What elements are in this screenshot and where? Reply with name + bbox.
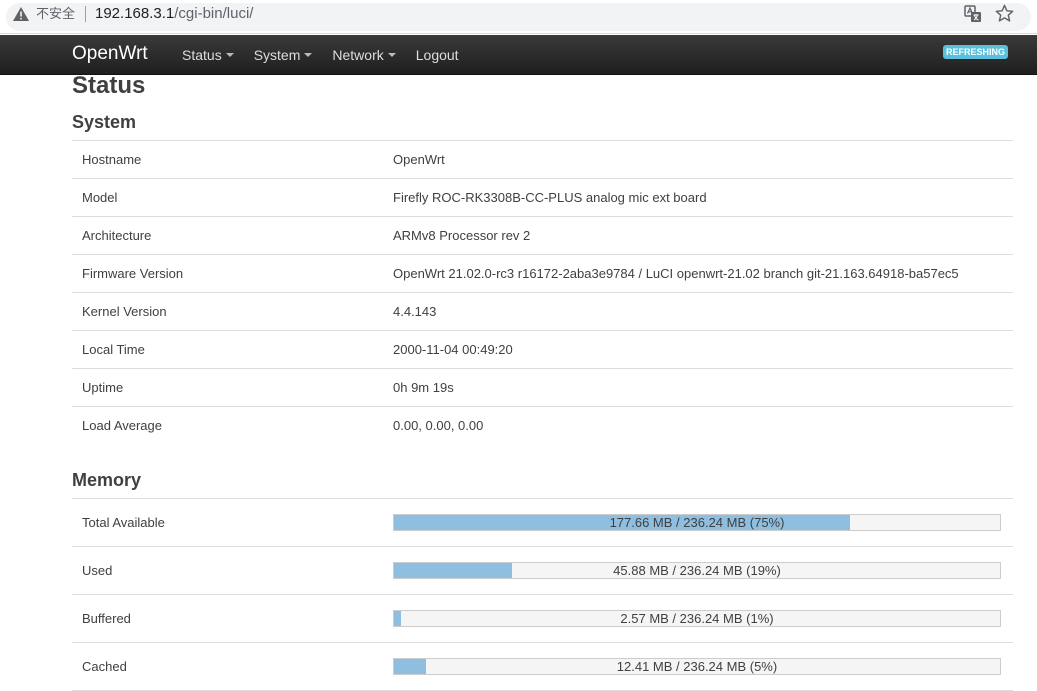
memory-progress-bar: 177.66 MB / 236.24 MB (75%) [393,514,1001,531]
memory-section-title: Memory [72,470,142,490]
table-row: Firmware Version OpenWrt 21.02.0-rc3 r16… [72,255,1013,293]
table-row: Uptime 0h 9m 19s [72,369,1013,407]
url-host: 192.168.3.1 [95,5,175,22]
row-label: Load Average [82,418,162,433]
warning-icon[interactable] [13,7,29,21]
row-label: Total Available [82,515,165,530]
address-divider [85,6,86,22]
menu-item-label: Logout [415,47,459,63]
top-navbar: OpenWrt Status System Network Logout REF… [0,35,1037,75]
row-value: 2000-11-04 00:49:20 [393,342,513,357]
menu-item-label: Network [332,47,384,63]
progress-text: 2.57 MB / 236.24 MB (1%) [620,611,774,626]
table-row: Load Average 0.00, 0.00, 0.00 [72,407,1013,445]
table-row: Cached 12.41 MB / 236.24 MB (5%) [72,643,1013,691]
memory-progress-bar: 2.57 MB / 236.24 MB (1%) [393,610,1001,627]
row-value: 0h 9m 19s [393,380,454,395]
translate-icon[interactable] [964,5,982,23]
page-title: Status [72,72,146,99]
system-table: Hostname OpenWrt Model Firefly ROC-RK330… [72,140,1013,445]
row-label: Hostname [82,152,142,167]
caret-down-icon [225,53,234,58]
menu-item-status[interactable]: Status [182,46,234,64]
row-value: OpenWrt [393,152,445,167]
table-row: Total Available 177.66 MB / 236.24 MB (7… [72,499,1013,547]
progress-text: 12.41 MB / 236.24 MB (5%) [616,659,778,674]
row-value: OpenWrt 21.02.0-rc3 r16172-2aba3e9784 / … [393,266,959,281]
refreshing-badge[interactable]: REFRESHING [943,45,1009,59]
bookmark-star-icon[interactable] [995,4,1014,23]
memory-progress-bar: 45.88 MB / 236.24 MB (19%) [393,562,1001,579]
menu-item-label: System [253,47,301,63]
table-row: Used 45.88 MB / 236.24 MB (19%) [72,547,1013,595]
row-label: Architecture [82,228,152,243]
row-value: 0.00, 0.00, 0.00 [393,418,484,433]
memory-table: Total Available 177.66 MB / 236.24 MB (7… [72,498,1013,691]
row-label: Local Time [82,342,145,357]
row-value: 4.4.143 [393,304,437,319]
security-status-label[interactable]: 不安全 [36,6,75,22]
url-text[interactable]: 192.168.3.1/cgi-bin/luci/ [95,5,253,23]
row-label: Uptime [82,380,124,395]
table-row: Local Time 2000-11-04 00:49:20 [72,331,1013,369]
url-path: /cgi-bin/luci/ [174,5,254,22]
row-value: ARMv8 Processor rev 2 [393,228,531,243]
row-label: Model [82,190,118,205]
menu-item-system[interactable]: System [254,46,313,64]
caret-down-icon [387,53,396,58]
table-row: Model Firefly ROC-RK3308B-CC-PLUS analog… [72,179,1013,217]
browser-address-bar: 不安全 192.168.3.1/cgi-bin/luci/ [0,0,1037,34]
system-section-title: System [72,112,137,132]
menu-item-logout[interactable]: Logout [416,46,459,64]
progress-text: 45.88 MB / 236.24 MB (19%) [613,563,781,578]
table-row: Architecture ARMv8 Processor rev 2 [72,217,1013,255]
table-row: Buffered 2.57 MB / 236.24 MB (1%) [72,595,1013,643]
memory-progress-bar: 12.41 MB / 236.24 MB (5%) [393,658,1001,675]
row-label: Kernel Version [82,304,167,319]
menu-item-label: Status [182,47,222,63]
row-label: Buffered [82,611,131,626]
progress-text: 177.66 MB / 236.24 MB (75%) [609,515,785,530]
menu-item-network[interactable]: Network [332,46,396,64]
row-value: Firefly ROC-RK3308B-CC-PLUS analog mic e… [393,190,707,205]
row-label: Used [82,563,113,578]
brand-logo[interactable]: OpenWrt [72,42,148,66]
row-label: Firmware Version [82,266,184,281]
table-row: Kernel Version 4.4.143 [72,293,1013,331]
caret-down-icon [304,53,313,58]
row-label: Cached [82,659,127,674]
main-menu: Status System Network Logout [182,46,479,64]
table-row: Hostname OpenWrt [72,141,1013,179]
